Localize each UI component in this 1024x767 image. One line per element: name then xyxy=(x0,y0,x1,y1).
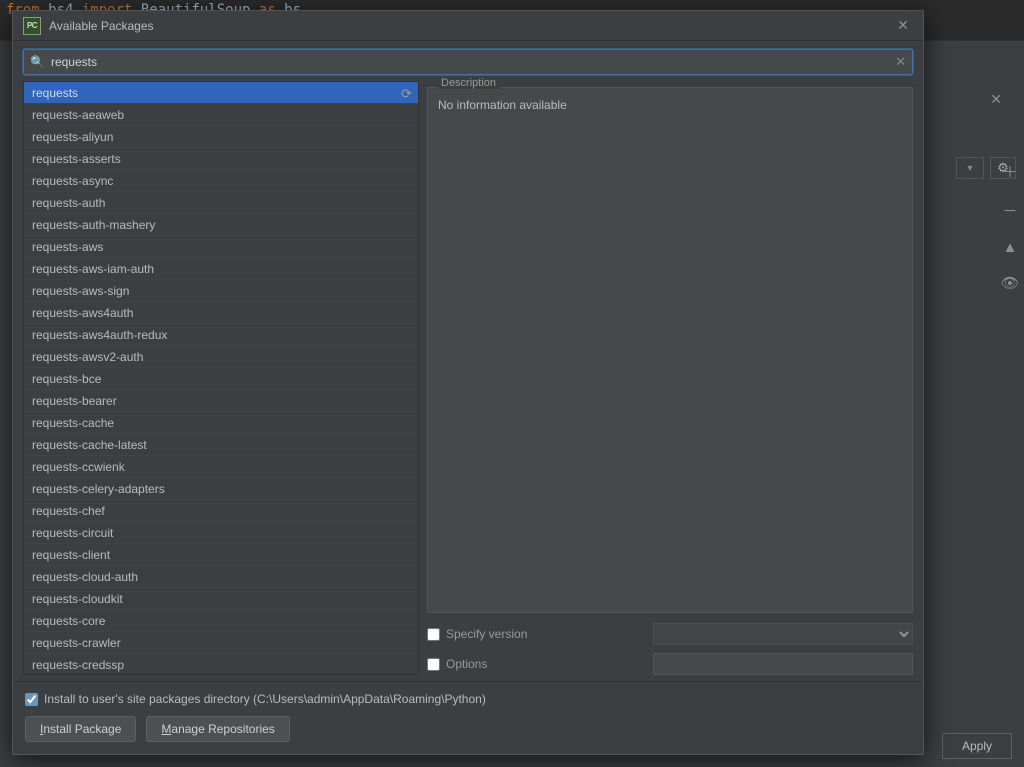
options-checkbox[interactable]: Options xyxy=(427,657,487,671)
package-item[interactable]: requests-cloudkit xyxy=(24,588,418,610)
version-select[interactable] xyxy=(653,623,913,645)
search-box: 🔍 ✕ xyxy=(23,49,913,75)
package-item[interactable]: requests-aws4auth xyxy=(24,302,418,324)
package-item[interactable]: requests-aliyun xyxy=(24,126,418,148)
package-item[interactable]: requests-aws4auth-redux xyxy=(24,324,418,346)
install-package-button[interactable]: Install Package xyxy=(25,716,136,742)
package-item[interactable]: requests-client xyxy=(24,544,418,566)
package-item[interactable]: requests-ccwienk xyxy=(24,456,418,478)
install-to-user-site-checkbox[interactable]: Install to user's site packages director… xyxy=(25,692,911,706)
package-item[interactable]: requests-bearer xyxy=(24,390,418,412)
package-item[interactable]: requests xyxy=(24,82,418,104)
package-item[interactable]: requests-chef xyxy=(24,500,418,522)
package-item[interactable]: requests-auth-mashery xyxy=(24,214,418,236)
clear-search-icon[interactable]: ✕ xyxy=(895,54,906,70)
package-item[interactable]: requests-crawler xyxy=(24,632,418,654)
search-icon: 🔍 xyxy=(30,55,45,69)
package-item[interactable]: requests-aeaweb xyxy=(24,104,418,126)
package-item[interactable]: requests-auth xyxy=(24,192,418,214)
package-item[interactable]: requests-bce xyxy=(24,368,418,390)
interpreter-dropdown[interactable] xyxy=(956,157,984,179)
available-packages-dialog: PC Available Packages ✕ 🔍 ✕ ⟳ requestsre… xyxy=(12,10,924,755)
dialog-title: Available Packages xyxy=(49,19,154,33)
options-label: Options xyxy=(446,657,487,671)
options-input[interactable] xyxy=(653,653,913,675)
package-item[interactable]: requests-aws xyxy=(24,236,418,258)
package-item[interactable]: requests-cache-latest xyxy=(24,434,418,456)
package-item[interactable]: requests-cache xyxy=(24,412,418,434)
package-item[interactable]: requests-cloud-auth xyxy=(24,566,418,588)
pycharm-icon: PC xyxy=(23,17,41,35)
package-item[interactable]: requests-circuit xyxy=(24,522,418,544)
package-item[interactable]: requests-celery-adapters xyxy=(24,478,418,500)
apply-button[interactable]: Apply xyxy=(942,733,1012,759)
description-legend: Description xyxy=(437,77,500,89)
description-box: No information available xyxy=(427,87,913,613)
search-input[interactable] xyxy=(51,55,889,69)
close-icon[interactable]: ✕ xyxy=(893,17,913,34)
eye-icon[interactable]: 👁 xyxy=(1000,274,1019,292)
specify-version-checkbox[interactable]: Specify version xyxy=(427,627,527,641)
description-text: No information available xyxy=(438,98,567,112)
install-to-site-label: Install to user's site packages director… xyxy=(44,692,486,706)
add-icon[interactable]: ＋ xyxy=(1002,161,1017,182)
remove-icon[interactable]: － xyxy=(1002,200,1017,221)
refresh-icon[interactable]: ⟳ xyxy=(401,86,412,102)
package-list[interactable]: ⟳ requestsrequests-aeawebrequests-aliyun… xyxy=(23,81,419,675)
package-item[interactable]: requests-aws-iam-auth xyxy=(24,258,418,280)
package-item[interactable]: requests-asserts xyxy=(24,148,418,170)
package-item[interactable]: requests-aws-sign xyxy=(24,280,418,302)
dialog-titlebar: PC Available Packages ✕ xyxy=(13,11,923,41)
close-icon[interactable]: ✕ xyxy=(990,91,1002,108)
package-item[interactable]: requests-credssp xyxy=(24,654,418,675)
package-item[interactable]: requests-core xyxy=(24,610,418,632)
package-item[interactable]: requests-awsv2-auth xyxy=(24,346,418,368)
up-icon[interactable]: ▲ xyxy=(1003,239,1018,256)
specify-version-label: Specify version xyxy=(446,627,527,641)
manage-repositories-button[interactable]: Manage Repositories xyxy=(146,716,289,742)
package-item[interactable]: requests-async xyxy=(24,170,418,192)
